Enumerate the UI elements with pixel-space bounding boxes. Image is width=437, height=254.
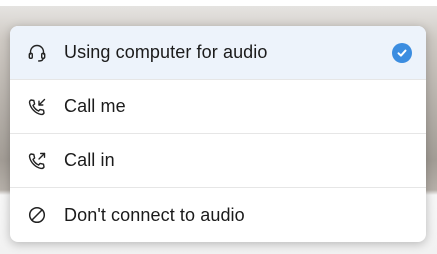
checkmark-icon <box>392 42 412 63</box>
backdrop-top-edge <box>0 0 437 6</box>
headset-icon <box>26 42 48 64</box>
audio-connection-menu: Using computer for audio Call me Call in <box>10 26 426 242</box>
phone-incoming-icon <box>26 96 48 118</box>
menu-item-label: Don't connect to audio <box>64 204 245 225</box>
menu-item-label: Call me <box>64 96 126 116</box>
menu-item-dont-connect-audio[interactable]: Don't connect to audio <box>10 188 426 242</box>
menu-item-call-me[interactable]: Call me <box>10 80 426 134</box>
no-audio-icon <box>26 204 48 226</box>
menu-item-label: Call in <box>64 150 115 170</box>
phone-outgoing-icon <box>26 150 48 172</box>
menu-item-label: Using computer for audio <box>64 42 268 62</box>
menu-item-using-computer-audio[interactable]: Using computer for audio <box>10 26 426 80</box>
menu-item-call-in[interactable]: Call in <box>10 134 426 188</box>
